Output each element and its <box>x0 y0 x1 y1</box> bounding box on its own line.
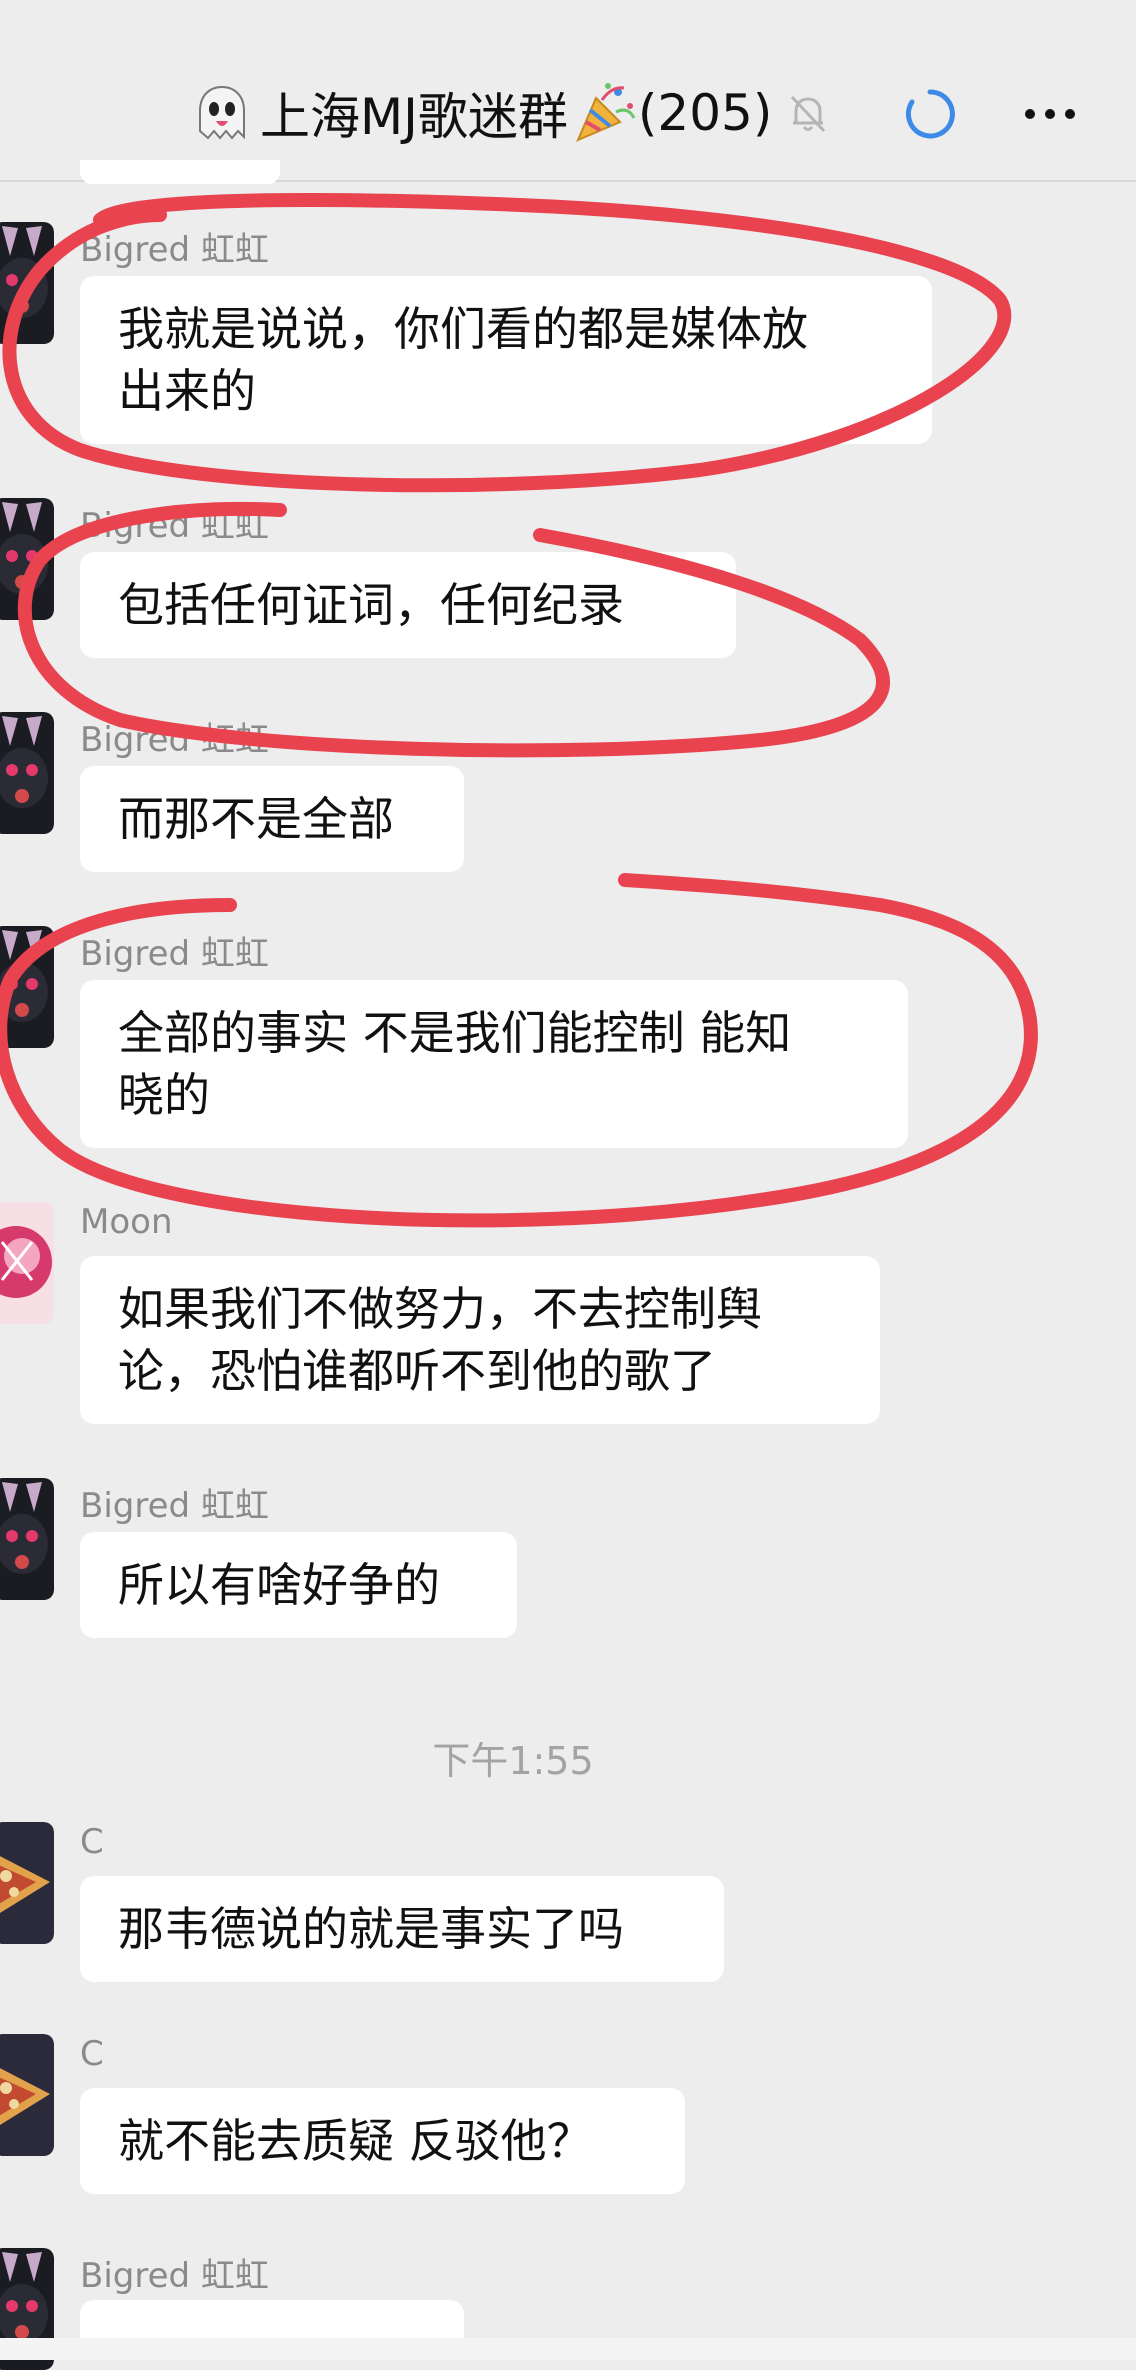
message-text-line: 所以有啥好争的 <box>118 1558 440 1612</box>
message-text-line: 就不能去质疑 反驳他？ <box>118 2114 593 2168</box>
loading-icon <box>905 89 955 139</box>
chat-title: 上海MJ歌迷群 <box>260 88 568 146</box>
avatar[interactable] <box>0 1202 54 1324</box>
ghost-icon <box>199 85 245 140</box>
time-separator: 下午1:55 <box>432 1739 594 1783</box>
chat-title-group[interactable]: 上海MJ歌迷群 (205) <box>190 80 830 146</box>
more-icon[interactable] <box>1020 94 1080 134</box>
party-popper-icon <box>575 83 636 142</box>
message-text-line: 如果我们不做努力，不去控制舆 <box>118 1282 762 1336</box>
sender-name: Bigred 虹虹 <box>80 934 269 974</box>
message-text-line: 论，恐怕谁都听不到他的歌了 <box>118 1344 716 1398</box>
message-text-line: 而那不是全部 <box>118 792 394 846</box>
message-bubble[interactable]: 我就是说说，你们看的都是媒体放 出来的 <box>80 276 932 444</box>
message-text-line: 包括任何证词，任何纪录 <box>118 578 624 632</box>
sender-name: C <box>80 2034 104 2074</box>
message-bubble[interactable]: 如果我们不做努力，不去控制舆 论，恐怕谁都听不到他的歌了 <box>80 1256 880 1424</box>
previous-message-bubble <box>80 160 280 184</box>
message-bubble[interactable]: 包括任何证词，任何纪录 <box>80 552 736 658</box>
avatar[interactable] <box>0 222 54 344</box>
sender-name: Bigred 虹虹 <box>80 1486 269 1526</box>
message-text-line: 出来的 <box>118 364 256 418</box>
bottom-bar-fragment <box>0 2338 1136 2360</box>
avatar[interactable] <box>0 2034 54 2156</box>
message-bubble[interactable]: 那韦德说的就是事实了吗 <box>80 1876 724 1982</box>
avatar[interactable] <box>0 1478 54 1600</box>
sender-name: Moon <box>80 1202 173 1242</box>
avatar[interactable] <box>0 712 54 834</box>
mute-bell-icon <box>791 95 826 133</box>
sender-name: Bigred 虹虹 <box>80 506 269 546</box>
sender-name: Bigred 虹虹 <box>80 2256 269 2296</box>
message-bubble[interactable]: 全部的事实 不是我们能控制 能知 晓的 <box>80 980 908 1148</box>
message-bubble[interactable]: 就不能去质疑 反驳他？ <box>80 2088 685 2194</box>
message-bubble[interactable]: 而那不是全部 <box>80 766 464 872</box>
message-text-line: 全部的事实 不是我们能控制 能知 <box>118 1006 792 1060</box>
avatar[interactable] <box>0 926 54 1048</box>
message-text-line: 那韦德说的就是事实了吗 <box>118 1902 624 1956</box>
message-bubble[interactable]: 所以有啥好争的 <box>80 1532 517 1638</box>
message-text-line: 晓的 <box>118 1068 210 1122</box>
sender-name: C <box>80 1822 104 1862</box>
avatar[interactable] <box>0 498 54 620</box>
message-text-line: 我就是说说，你们看的都是媒体放 <box>118 302 808 356</box>
member-count: (205) <box>637 84 773 142</box>
sender-name: Bigred 虹虹 <box>80 230 269 270</box>
avatar[interactable] <box>0 1822 54 1944</box>
chat-header: 上海MJ歌迷群 (205) <box>0 0 1136 182</box>
sender-name: Bigred 虹虹 <box>80 720 269 760</box>
